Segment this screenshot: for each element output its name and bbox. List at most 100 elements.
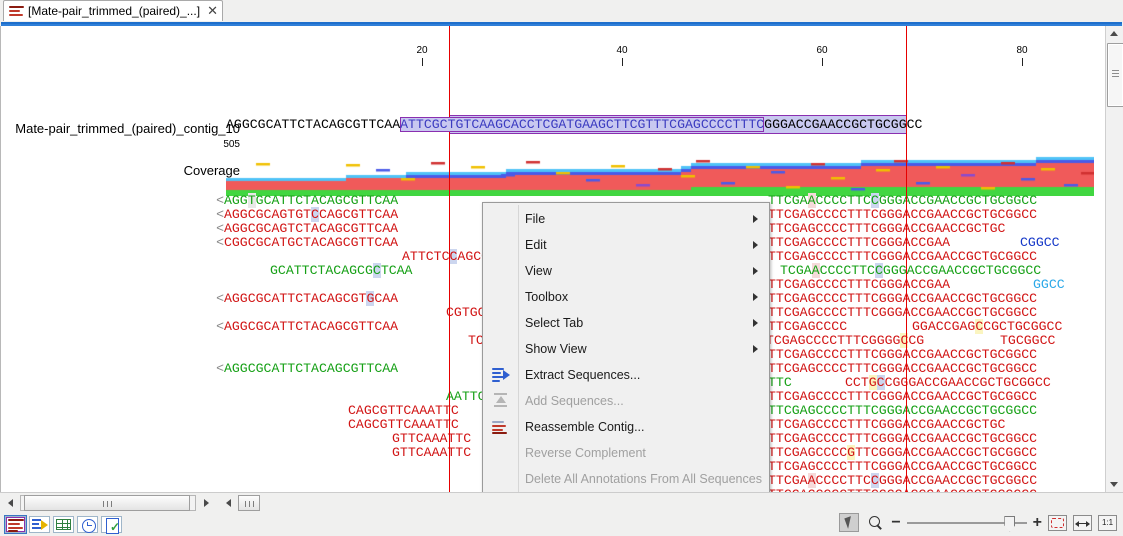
zoom-in-button[interactable]: +	[1033, 514, 1042, 530]
read-row-right[interactable]: TTCGAGCCCCTTTCGGGACCGAACCGCTGCGGCC	[768, 208, 1037, 222]
menu-item-toolbox[interactable]: Toolbox	[483, 284, 769, 310]
read-row-right[interactable]: TTCGAGCCCC	[768, 320, 847, 334]
table-view-button[interactable]	[53, 516, 74, 533]
horizontal-scroll-thumb[interactable]	[24, 495, 190, 511]
scroll-down-button[interactable]	[1107, 477, 1122, 492]
zoom-100-button[interactable]: 1:1	[1098, 514, 1117, 531]
read-row-right[interactable]: TTCGAGCCCCTTTCGGGACCGAACCGCTGCGGCC	[768, 390, 1037, 404]
fit-selection-button[interactable]	[1048, 514, 1067, 531]
element-info-view-button[interactable]: ✓	[101, 516, 122, 534]
ruler-tick-label: 60	[816, 45, 828, 56]
mismatch-base: C	[874, 263, 883, 278]
menu-item-add-sequences: Add Sequences...	[483, 388, 769, 414]
tab-contig[interactable]: [Mate-pair_trimmed_(paired)_...] ✕	[3, 0, 223, 21]
consensus-sequence-text: AGGCGCATTCTACAGCGTTCAAATTCGCTGTCAAGCACCT…	[226, 117, 922, 132]
zoom-slider[interactable]	[906, 515, 1027, 532]
read-row-right[interactable]: GTCGAGCCCCTTTCGGGGCCG	[758, 333, 924, 348]
read-row-tail[interactable]: CGGCC	[1020, 236, 1060, 250]
read-row[interactable]: <AGGCGCATTCTACAGCGTGCAA	[216, 291, 398, 306]
read-row[interactable]: GTTCAAATTC	[392, 432, 471, 446]
close-icon[interactable]: ✕	[207, 4, 218, 17]
extract-sequences-icon	[492, 367, 510, 383]
read-row[interactable]: CAGCGTTCAAATTC	[348, 404, 459, 418]
zoom-controls[interactable]: − + 1:1	[839, 513, 1117, 532]
read-row-right[interactable]: TTCGAGCCCCTTTCGGGACCGAACCGCTGCGGCC	[768, 292, 1037, 306]
read-row-tail[interactable]: CCTGCCGGGACCGAACCGCTGCGGCC	[845, 375, 1051, 390]
horizontal-scrollbar[interactable]	[4, 495, 214, 512]
read-row-right[interactable]: TTCGAGCCCCGTTCGGGACCGAACCGCTGCGGCC	[768, 445, 1037, 460]
vertical-scrollbar[interactable]	[1105, 26, 1123, 492]
read-row-right[interactable]: TTCGAGCCCCTTTCGGGACCGAACCGCTGC	[768, 222, 1005, 236]
read-row-right[interactable]: TTC	[768, 376, 792, 390]
zoom-out-button[interactable]: −	[891, 514, 900, 530]
mismatch-base: G	[868, 375, 877, 390]
selection-tool-button[interactable]	[839, 513, 860, 532]
read-row[interactable]: GTTCAAATTC	[392, 446, 471, 460]
menu-item-show-view[interactable]: Show View	[483, 336, 769, 362]
side-scroll-thumb[interactable]	[238, 495, 260, 511]
read-row-right[interactable]: TTCGAGCCCCTTTCGGGACCGAACCGCTGCGGCC	[768, 460, 1037, 474]
history-view-button[interactable]	[77, 516, 98, 533]
read-row-tail[interactable]: GGACCGAGCCGCTGCGGCC	[912, 319, 1062, 334]
menu-item-extract-sequences[interactable]: Extract Sequences...	[483, 362, 769, 388]
read-sequence: TTCGAGCCCCTTTCGGGACCGAACCGCTGCGGCC	[768, 431, 1038, 446]
read-row-tail[interactable]: TGCGGCC	[1000, 334, 1055, 348]
read-sequence: TTCGAGCCCCTTTCGGGACCGAACCGCTGC	[768, 417, 1006, 432]
side-horizontal-scrollbar[interactable]	[222, 495, 266, 512]
read-row-right[interactable]: TTCGAGCCCCTTTCGGGACCGAACCGCTGC	[768, 418, 1005, 432]
read-sequence: GGGACCGAACCGCTGCGGCC	[878, 473, 1038, 488]
vertical-scroll-thumb[interactable]	[1107, 43, 1123, 107]
scroll-right-button[interactable]	[200, 495, 214, 511]
zoom-tool-button[interactable]	[865, 513, 885, 532]
menu-item-view[interactable]: View	[483, 258, 769, 284]
read-row-right[interactable]: TTCGAACCCCTTCCGGGACCGAACCGCTGCGGCC	[768, 473, 1038, 488]
read-sequence: CGGGACCGAACCGCTGCGGCC	[884, 375, 1051, 390]
menu-item-label: Show View	[525, 342, 587, 356]
read-row[interactable]: AATTC	[446, 390, 486, 404]
read-row-right[interactable]: TTCGAGCCCCTTTCGGGACCGAACCGCTGCGGCC	[768, 250, 1037, 264]
fit-width-icon	[1075, 521, 1090, 526]
read-row-right[interactable]: TTCGAGCCCCTTTCGGGACCGAACCGCTGCGGCC	[768, 348, 1037, 362]
zoom-slider-knob[interactable]	[1004, 515, 1016, 532]
menu-item-reassemble-contig[interactable]: Reassemble Contig...	[483, 414, 769, 440]
read-row[interactable]: <AGGCGCATTCTACAGCGTTCAA	[216, 362, 398, 376]
zoom-100-label: 1:1	[1101, 517, 1114, 527]
read-row-right[interactable]: TTCGAGCCCCTTTCGGGACCGAA	[768, 278, 950, 292]
read-row[interactable]: <AGGTGCATTCTACAGCGTTCAA	[216, 193, 398, 208]
scroll-left-button[interactable]	[4, 495, 18, 511]
alignment-view-button[interactable]	[4, 515, 27, 534]
scroll-up-button[interactable]	[1107, 26, 1122, 41]
view-mode-toolbar[interactable]: ✓	[4, 515, 122, 534]
side-scroll-left-button[interactable]	[222, 495, 236, 511]
menu-item-edit[interactable]: Edit	[483, 232, 769, 258]
read-row-right[interactable]: TTCGAGCCCCTTTCGGGACCGAA	[768, 236, 950, 250]
read-row-right[interactable]: TTCGAACCCCTTCCGGGACCGAACCGCTGCGGCC	[768, 193, 1037, 208]
read-mapping-view-button[interactable]	[29, 516, 50, 533]
read-row-right[interactable]: TTCGAGCCCCTTTCGGGACCGAACCGCTGCGGCC	[768, 362, 1037, 376]
read-row[interactable]: <AGGCGCAGTGTCCAGCGTTCAA	[216, 207, 398, 222]
read-row-right[interactable]: TTCGAGCCCCTTTCGGGACCGAACCGCTGCGGCC	[768, 404, 1037, 418]
ruler-tick-label: 20	[416, 45, 428, 56]
context-menu[interactable]: File Edit View Toolbox Select Tab Show View Ex…	[482, 202, 770, 492]
read-row-right[interactable]: TCGAACCCCTTCCGGGACCGAACCGCTGCGGCC	[780, 263, 1041, 278]
fit-width-button[interactable]	[1073, 514, 1092, 531]
chevron-down-icon	[1110, 482, 1118, 487]
read-row-right[interactable]: TTCGAGCCCCTTTCGGGACCGAACCGCTGCGGCC	[768, 432, 1037, 446]
read-row[interactable]: <CGGCGCATGCTACAGCGTTCAA	[216, 236, 398, 250]
read-sequence: CAGCGTTCAAATTC	[348, 403, 459, 418]
read-row[interactable]: <AGGCGCATTCTACAGCGTTCAA	[216, 320, 398, 334]
read-sequence: AGGCGCAGTGT	[223, 207, 312, 222]
read-direction-icon: <	[216, 221, 224, 236]
menu-item-file[interactable]: File	[483, 206, 769, 232]
contig-canvas[interactable]: 20 40 60 80 Mate-pair_trimmed_(paired)_cont…	[0, 26, 1123, 492]
read-direction-icon: <	[216, 235, 224, 250]
read-row[interactable]: GCATTCTACAGCGCTCAA	[270, 263, 412, 278]
menu-item-label: Delete All Annotations From All Sequence…	[525, 472, 762, 486]
read-row[interactable]: <AGGCGCAGTCTACAGCGTTCAA	[216, 222, 398, 236]
read-sequence: TTCGA	[768, 193, 808, 208]
read-row[interactable]: CAGCGTTCAAATTC	[348, 418, 459, 432]
read-row-tail[interactable]: GGCC	[1033, 278, 1065, 292]
menu-item-label: Add Sequences...	[525, 394, 624, 408]
menu-item-select-tab[interactable]: Select Tab	[483, 310, 769, 336]
read-row-right[interactable]: TTCGAGCCCCTTTCGGGACCGAACCGCTGCGGCC	[768, 306, 1037, 320]
